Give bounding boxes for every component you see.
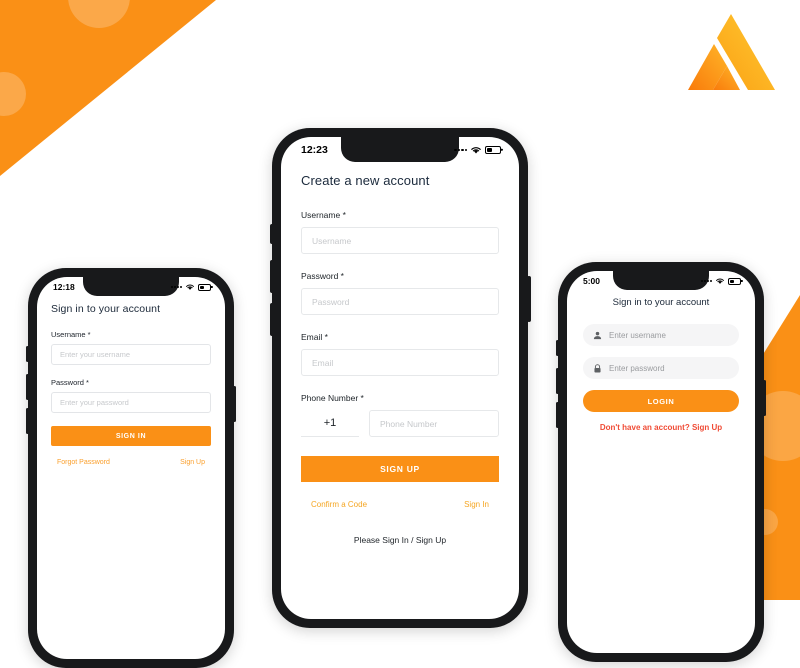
phone-mockup-signup: 12:23 Create a new account Username * Us… (269, 128, 531, 628)
password-input[interactable]: Enter password (583, 357, 739, 379)
phone-mockup-signin-basic: 12:18 Sign in to your account Username *… (26, 268, 236, 668)
wifi-icon (186, 284, 194, 290)
login-form: Sign in to your account Enter username E… (567, 271, 755, 432)
password-input-placeholder: Enter your password (60, 398, 129, 407)
username-input-placeholder: Enter username (609, 330, 666, 340)
signin-form: Sign in to your account Username * Enter… (37, 277, 225, 466)
phone-button-volume-up[interactable] (269, 260, 274, 293)
phone-number-placeholder: Phone Number (380, 418, 438, 429)
sign-in-button[interactable]: SIGN IN (51, 426, 211, 446)
decorative-circle (0, 72, 26, 116)
password-label: Password * (301, 271, 344, 281)
status-bar: 12:23 (281, 137, 519, 156)
decorative-circle (68, 0, 130, 28)
username-input-placeholder: Enter your username (60, 350, 131, 359)
auth-links: Forgot Password Sign Up (51, 459, 211, 466)
footer-text: Please Sign In / Sign Up (353, 535, 447, 545)
phone-mockup-login-styled: 5:00 Sign in to your account Enter usern… (556, 262, 766, 662)
phone-screen: 5:00 Sign in to your account Enter usern… (567, 271, 755, 653)
password-input-placeholder: Enter password (609, 363, 665, 373)
battery-icon (485, 146, 501, 154)
phone-number-label: Phone Number * (301, 393, 364, 403)
signal-dots-icon (454, 148, 467, 152)
country-code-select[interactable]: +1 (301, 410, 359, 437)
status-icons (701, 277, 741, 285)
phone-button-volume-down[interactable] (556, 402, 559, 428)
phone-button-power[interactable] (233, 386, 236, 422)
status-time: 12:18 (53, 282, 75, 292)
status-time: 5:00 (583, 276, 601, 286)
signup-form: Create a new account Username * Username… (281, 137, 519, 545)
phone-button-mute[interactable] (556, 340, 559, 356)
login-button[interactable]: LOGIN (583, 390, 739, 412)
password-input-placeholder: Password (312, 296, 350, 307)
sign-up-button[interactable]: SIGN UP (301, 456, 499, 482)
phone-number-row: +1 Phone Number (301, 410, 499, 437)
phone-screen: 12:18 Sign in to your account Username *… (37, 277, 225, 659)
person-icon (593, 331, 602, 339)
phone-screen: 12:23 Create a new account Username * Us… (281, 137, 519, 619)
sign-up-link[interactable]: Don't have an account? Sign Up (583, 423, 739, 432)
signal-dots-icon (171, 286, 182, 288)
sign-in-link[interactable]: Sign In (464, 500, 489, 509)
battery-icon (728, 277, 741, 285)
email-input[interactable]: Email (301, 349, 499, 376)
phone-button-volume-down[interactable] (269, 303, 274, 336)
status-time: 12:23 (301, 144, 328, 156)
phone-button-volume-up[interactable] (26, 374, 29, 400)
status-bar: 12:18 (37, 277, 225, 292)
page-title: Sign in to your account (51, 303, 161, 315)
phone-number-input[interactable]: Phone Number (369, 410, 499, 437)
username-label: Username * (51, 330, 91, 339)
username-input[interactable]: Username (301, 227, 499, 254)
auth-links: Confirm a Code Sign In (301, 500, 499, 509)
username-input[interactable]: Enter username (583, 324, 739, 346)
lock-icon (594, 363, 601, 372)
page-title: Create a new account (301, 173, 430, 188)
password-input[interactable]: Password (301, 288, 499, 315)
status-icons (454, 145, 501, 155)
signal-dots-icon (701, 280, 712, 282)
phone-button-power[interactable] (526, 276, 531, 322)
status-bar: 5:00 (567, 271, 755, 286)
username-input-placeholder: Username (312, 235, 352, 246)
phone-button-mute[interactable] (26, 346, 29, 362)
username-input[interactable]: Enter your username (51, 344, 211, 365)
phone-button-volume-up[interactable] (556, 368, 559, 394)
sign-up-link[interactable]: Sign Up (180, 459, 205, 466)
status-icons (171, 283, 211, 291)
email-label: Email * (301, 332, 328, 342)
phone-button-power[interactable] (763, 380, 766, 416)
phone-button-mute[interactable] (269, 224, 274, 244)
password-label: Password * (51, 378, 89, 387)
wifi-icon (471, 147, 481, 154)
password-input[interactable]: Enter your password (51, 392, 211, 413)
phone-button-volume-down[interactable] (26, 408, 29, 434)
wifi-icon (716, 278, 724, 284)
email-input-placeholder: Email (312, 357, 334, 368)
top-left-triangle-shape (0, 0, 216, 176)
forgot-password-link[interactable]: Forgot Password (57, 459, 110, 466)
battery-icon (198, 283, 211, 291)
page-title: Sign in to your account (612, 297, 710, 308)
aws-amplify-logo (670, 8, 778, 100)
confirm-a-code-link[interactable]: Confirm a Code (311, 500, 367, 509)
username-label: Username * (301, 210, 346, 220)
